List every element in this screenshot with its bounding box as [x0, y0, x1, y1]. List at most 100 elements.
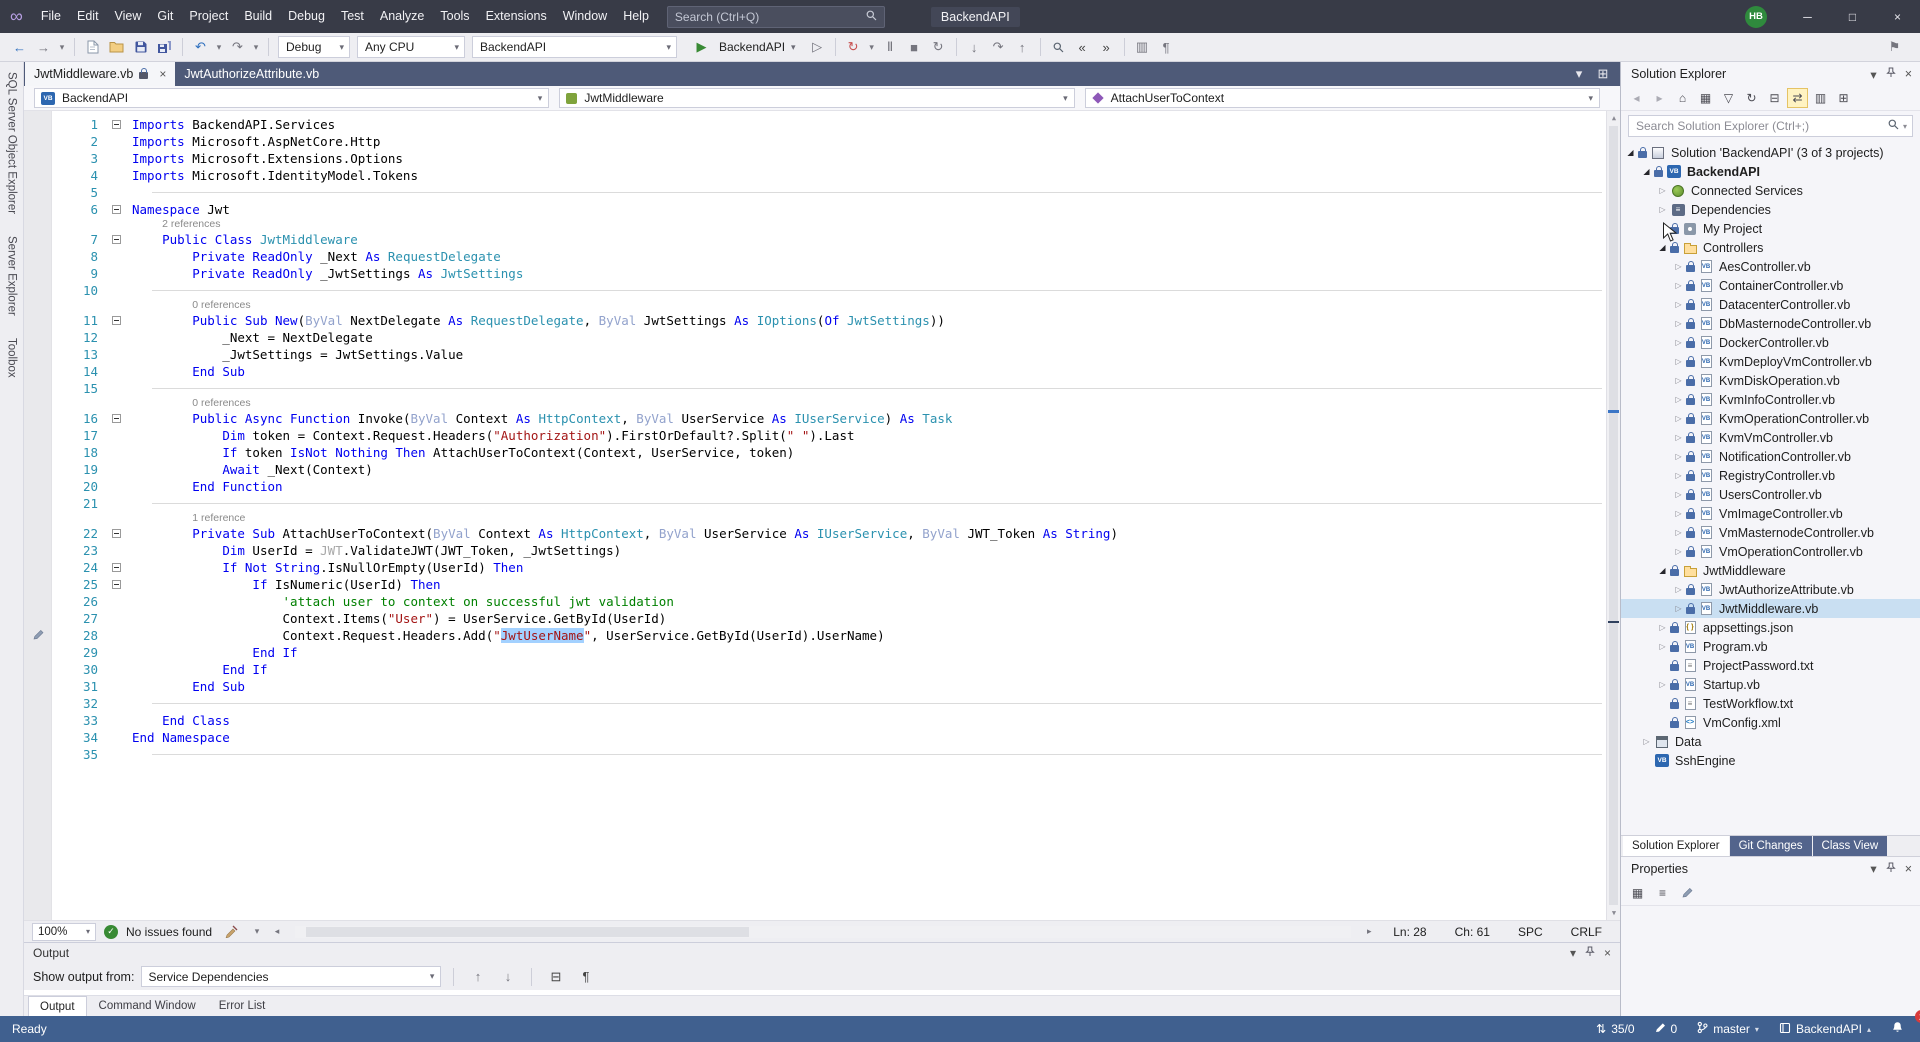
breakpoint-margin[interactable]: [24, 167, 52, 184]
toggle-word-wrap-icon[interactable]: ¶: [574, 965, 597, 988]
breakpoint-margin[interactable]: [24, 678, 52, 695]
properties-menu-icon[interactable]: ▾: [1870, 861, 1876, 876]
outlining-margin[interactable]: [108, 495, 128, 512]
menu-extensions[interactable]: Extensions: [478, 0, 555, 33]
code-cleanup-dropdown-icon[interactable]: ▾: [251, 920, 263, 943]
close-button[interactable]: ×: [1875, 0, 1920, 33]
tree-item-aescontroller-vb[interactable]: ▷ VB AesController.vb: [1621, 257, 1920, 276]
menu-debug[interactable]: Debug: [280, 0, 333, 33]
outlining-margin[interactable]: [108, 593, 128, 610]
tree-item-testworkflow-txt[interactable]: ≡ TestWorkflow.txt: [1621, 694, 1920, 713]
collapse-arrow-icon[interactable]: ◢: [1655, 566, 1670, 575]
outlining-margin[interactable]: [108, 410, 128, 427]
outlining-margin[interactable]: [108, 444, 128, 461]
navigate-forward-icon[interactable]: →: [32, 36, 55, 59]
expand-arrow-icon[interactable]: ▷: [1671, 528, 1686, 537]
pending-changes-status[interactable]: 0: [1645, 1016, 1688, 1042]
new-file-icon[interactable]: [81, 36, 104, 59]
breakpoint-margin[interactable]: [24, 559, 52, 576]
breakpoint-margin[interactable]: [24, 525, 52, 542]
tree-item-kvmdiskoperation-vb[interactable]: ▷ VB KvmDiskOperation.vb: [1621, 371, 1920, 390]
se-collapse-all-icon[interactable]: ⊟: [1764, 88, 1785, 108]
branch-selector[interactable]: master ▾: [1687, 1016, 1769, 1042]
outlining-margin[interactable]: [108, 329, 128, 346]
breakpoint-margin[interactable]: [24, 478, 52, 495]
breakpoint-margin[interactable]: [24, 576, 52, 593]
tree-item-jwtmiddleware[interactable]: ◢ JwtMiddleware: [1621, 561, 1920, 580]
expand-arrow-icon[interactable]: ▷: [1671, 338, 1686, 347]
expand-arrow-icon[interactable]: ▷: [1655, 205, 1670, 214]
outlining-margin[interactable]: [108, 661, 128, 678]
toggle-bookmark-icon[interactable]: ▥: [1131, 36, 1154, 59]
code-line[interactable]: 8 Private ReadOnly _Next As RequestDeleg…: [24, 248, 1620, 265]
outlining-margin[interactable]: [108, 231, 128, 248]
project-dropdown[interactable]: VB BackendAPI ▾: [34, 88, 550, 108]
breakpoint-margin[interactable]: [24, 346, 52, 363]
menu-help[interactable]: Help: [615, 0, 657, 33]
hscrollbar-thumb[interactable]: [305, 926, 750, 937]
health-indicator-icon[interactable]: ✓: [104, 924, 118, 939]
collapse-region-icon[interactable]: [112, 120, 121, 129]
tree-item-controllers[interactable]: ◢ Controllers: [1621, 238, 1920, 257]
expand-arrow-icon[interactable]: ▷: [1639, 737, 1654, 746]
uncomment-selection-icon[interactable]: »: [1095, 36, 1118, 59]
outlining-margin[interactable]: [108, 627, 128, 644]
solution-name-label[interactable]: BackendAPI: [930, 6, 1020, 27]
scrollbar-thumb[interactable]: [1609, 126, 1618, 905]
save-icon[interactable]: [129, 36, 152, 59]
code-line[interactable]: 5: [24, 184, 1620, 201]
se-switch-views-icon[interactable]: ▦: [1695, 88, 1716, 108]
tree-item-appsettings-json[interactable]: ▷ { } appsettings.json: [1621, 618, 1920, 637]
bottom-tab-output[interactable]: Output: [28, 996, 87, 1016]
panel-tab-solution-explorer[interactable]: Solution Explorer: [1623, 836, 1729, 856]
step-into-icon[interactable]: ↓: [963, 36, 986, 59]
breakpoint-margin[interactable]: [24, 150, 52, 167]
commits-status[interactable]: ⇅ 35/0: [1586, 1016, 1644, 1042]
outlining-margin[interactable]: [108, 746, 128, 763]
breakpoint-margin[interactable]: [24, 363, 52, 380]
outlining-margin[interactable]: [108, 525, 128, 542]
solution-configuration-combobox[interactable]: Debug ▾: [278, 36, 350, 58]
tree-item-solution-backendapi-3-of-3-projects[interactable]: ◢ Solution 'BackendAPI' (3 of 3 projects): [1621, 143, 1920, 162]
undo-dropdown-icon[interactable]: ▾: [213, 36, 225, 59]
code-line[interactable]: 27 Context.Items("User") = UserService.G…: [24, 610, 1620, 627]
show-whitespace-icon[interactable]: ¶: [1155, 36, 1178, 59]
editor-horizontal-scrollbar[interactable]: [295, 925, 1352, 938]
expand-arrow-icon[interactable]: ▷: [1655, 680, 1670, 689]
breakpoint-margin[interactable]: [24, 427, 52, 444]
code-line[interactable]: 13 _JwtSettings = JwtSettings.Value: [24, 346, 1620, 363]
code-line[interactable]: 31 End Sub: [24, 678, 1620, 695]
code-line[interactable]: 26 'attach user to context on successful…: [24, 593, 1620, 610]
previous-message-icon[interactable]: ↑: [466, 965, 489, 988]
outlining-margin[interactable]: [108, 427, 128, 444]
redo-dropdown-icon[interactable]: ▾: [250, 36, 262, 59]
menu-build[interactable]: Build: [236, 0, 280, 33]
solution-explorer-menu-icon[interactable]: ▾: [1870, 67, 1876, 82]
expand-arrow-icon[interactable]: ▷: [1671, 547, 1686, 556]
hscroll-left-icon[interactable]: ◂: [271, 920, 283, 943]
outlining-margin[interactable]: [108, 133, 128, 150]
breakpoint-margin[interactable]: [24, 133, 52, 150]
expand-arrow-icon[interactable]: ▷: [1655, 186, 1670, 195]
collapse-region-icon[interactable]: [112, 414, 121, 423]
menu-analyze[interactable]: Analyze: [372, 0, 432, 33]
properties-alphabetical-icon[interactable]: ≡: [1652, 883, 1673, 903]
outlining-margin[interactable]: [108, 248, 128, 265]
stop-debugging-icon[interactable]: ■: [903, 36, 926, 59]
bottom-tab-command-window[interactable]: Command Window: [88, 996, 207, 1016]
breakpoint-margin[interactable]: [24, 610, 52, 627]
breakpoint-margin[interactable]: [24, 312, 52, 329]
breakpoint-margin[interactable]: [24, 542, 52, 559]
find-in-files-icon[interactable]: [1047, 36, 1070, 59]
expand-arrow-icon[interactable]: ▷: [1671, 471, 1686, 480]
comment-selection-icon[interactable]: «: [1071, 36, 1094, 59]
outlining-margin[interactable]: [108, 478, 128, 495]
outlining-margin[interactable]: [108, 312, 128, 329]
open-file-icon[interactable]: [105, 36, 128, 59]
tree-item-notificationcontroller-vb[interactable]: ▷ VB NotificationController.vb: [1621, 447, 1920, 466]
code-line[interactable]: 30 End If: [24, 661, 1620, 678]
code-line[interactable]: 12 _Next = NextDelegate: [24, 329, 1620, 346]
hscroll-right-icon[interactable]: ▸: [1363, 920, 1375, 943]
outlining-margin[interactable]: [108, 542, 128, 559]
code-line[interactable]: 18 If token IsNot Nothing Then AttachUse…: [24, 444, 1620, 461]
